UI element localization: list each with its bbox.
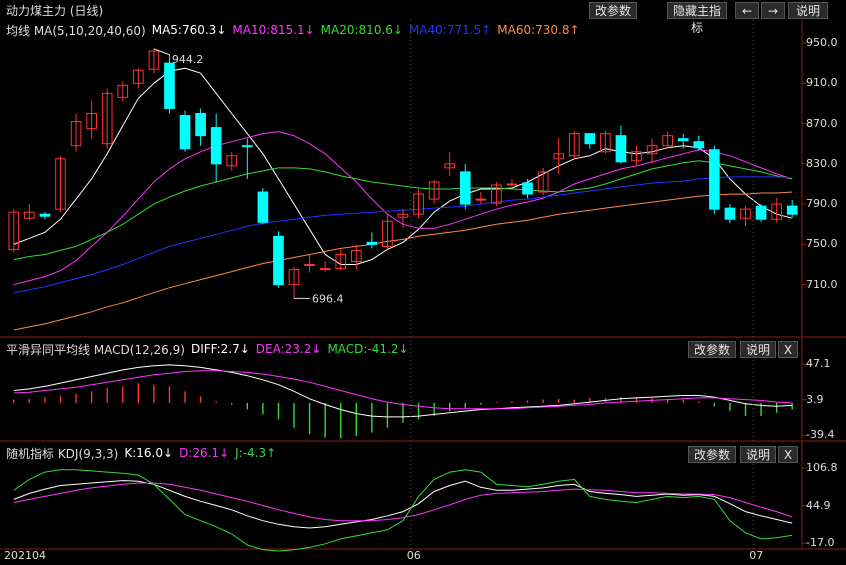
y-tick-label: 870.0 bbox=[806, 116, 838, 130]
candle-down bbox=[693, 141, 705, 149]
candle-down bbox=[786, 205, 798, 215]
candle-down bbox=[724, 207, 736, 220]
y-tick-label: 910.0 bbox=[806, 76, 838, 90]
candle-down bbox=[677, 138, 689, 142]
candle-up bbox=[506, 183, 518, 186]
y-tick-label: 830.0 bbox=[806, 156, 838, 170]
candle-up bbox=[304, 264, 315, 267]
candle-down bbox=[179, 115, 191, 150]
candle-down bbox=[39, 213, 51, 217]
y-tick-label: 44.9 bbox=[806, 498, 831, 512]
ma5-line bbox=[13, 67, 793, 265]
candle-down bbox=[366, 241, 378, 245]
y-tick-label: -17.0 bbox=[806, 536, 835, 550]
ma40-line bbox=[13, 176, 793, 294]
candle-down bbox=[241, 145, 253, 148]
candle-down bbox=[459, 171, 471, 205]
x-tick-label: 06 bbox=[406, 549, 421, 562]
kdj-j-line bbox=[13, 469, 793, 552]
candle-down bbox=[522, 182, 533, 195]
annotation-pointer bbox=[153, 48, 171, 56]
y-tick-label: 3.9 bbox=[806, 392, 824, 406]
candle-down bbox=[709, 149, 720, 210]
candle-down bbox=[584, 133, 596, 145]
candle-down bbox=[164, 62, 175, 109]
y-tick-label: 710.0 bbox=[806, 277, 838, 291]
x-tick-label: 202104 bbox=[4, 549, 46, 562]
annotation-label: 944.2 bbox=[172, 53, 204, 66]
candle-down bbox=[210, 127, 222, 165]
candle-down bbox=[755, 205, 767, 220]
y-tick-label: 106.8 bbox=[806, 460, 838, 474]
x-tick-label: 07 bbox=[749, 549, 764, 562]
y-tick-label: -39.4 bbox=[806, 428, 835, 442]
annotation-label: 696.4 bbox=[312, 292, 344, 305]
y-tick-label: 950.0 bbox=[806, 36, 838, 50]
y-tick-label: 750.0 bbox=[806, 237, 838, 251]
candle-up bbox=[475, 198, 487, 201]
candle-down bbox=[257, 191, 269, 223]
y-tick-label: 790.0 bbox=[806, 197, 838, 211]
candle-down bbox=[195, 113, 206, 137]
candle-down bbox=[273, 235, 284, 286]
kdj-d-line bbox=[13, 482, 793, 522]
y-tick-label: 47.1 bbox=[806, 357, 831, 371]
chart-canvas[interactable]: 944.2 696.4 bbox=[0, 0, 846, 565]
candle-up bbox=[319, 268, 331, 271]
candle-down bbox=[615, 135, 627, 163]
